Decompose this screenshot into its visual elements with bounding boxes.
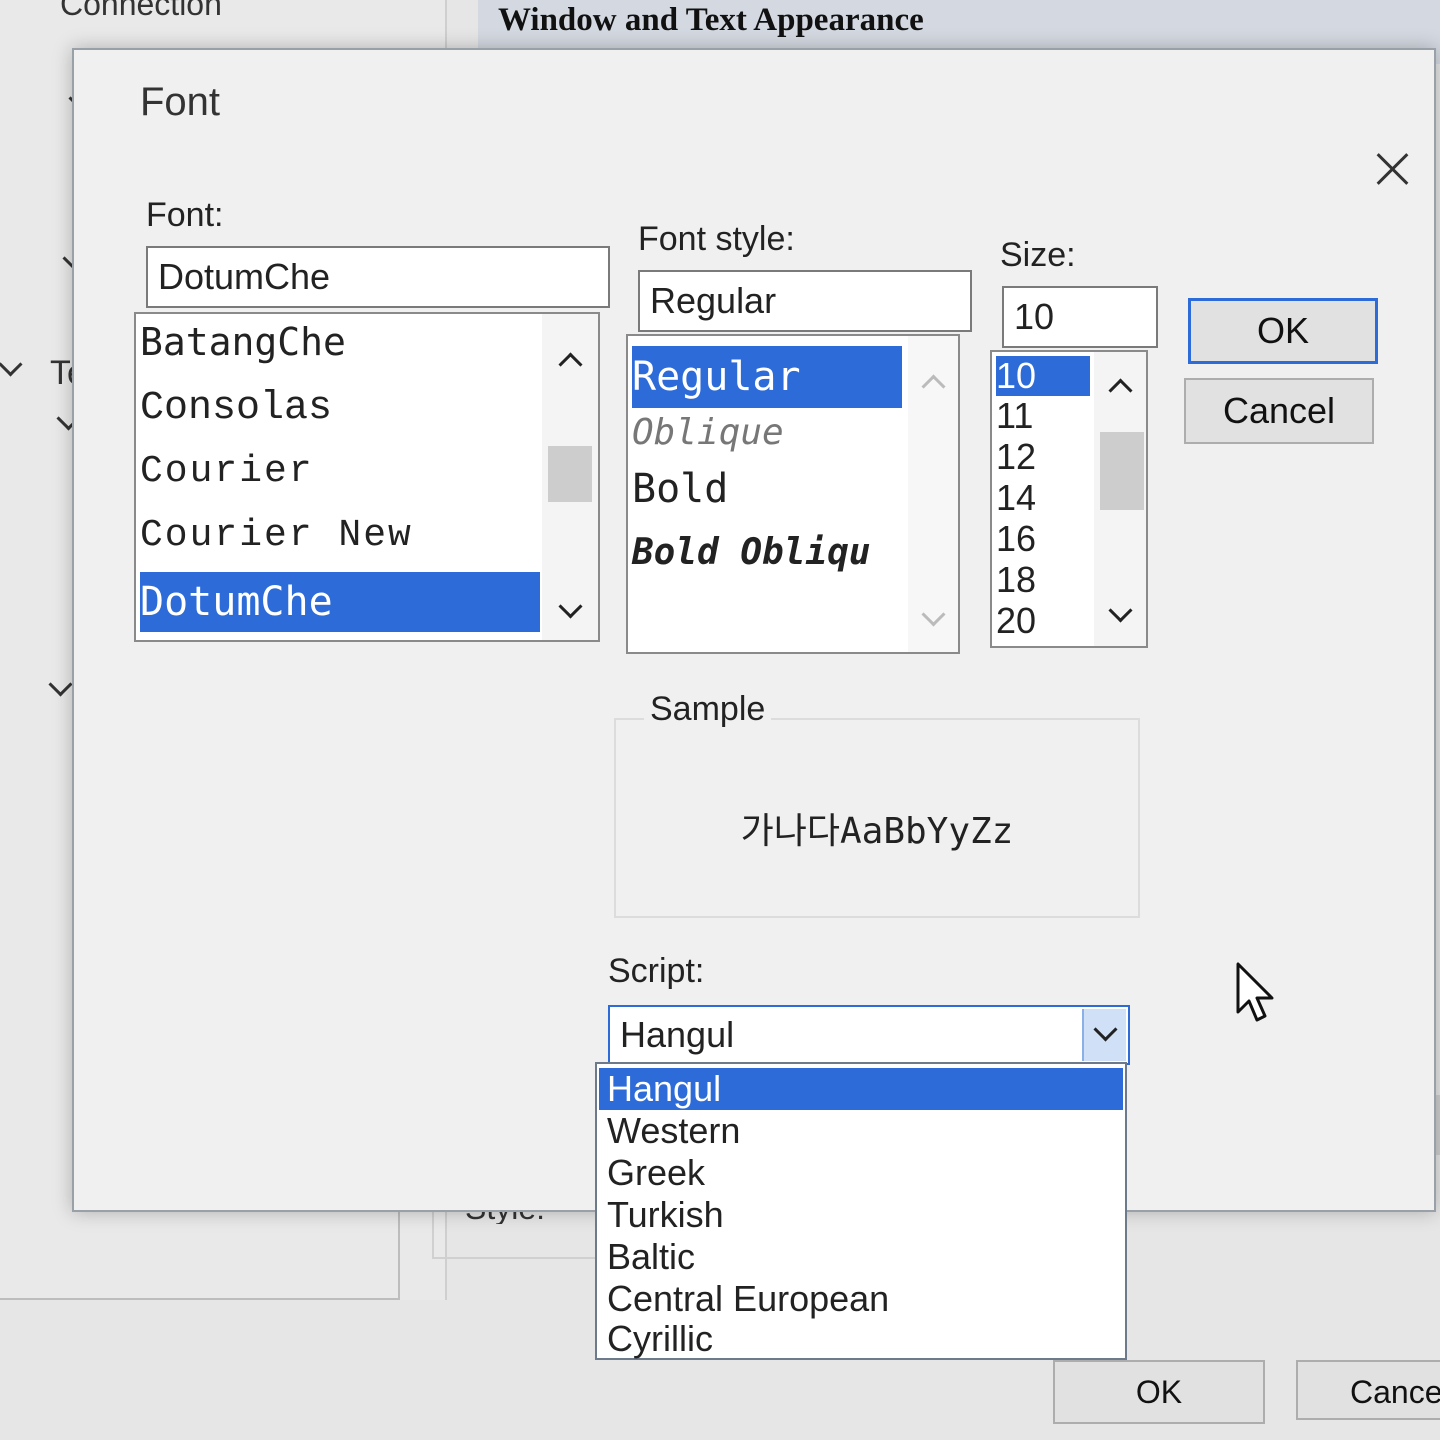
font-style-list[interactable]: Regular Oblique Bold Bold Obliqu (626, 334, 960, 654)
scroll-down-icon[interactable] (558, 594, 583, 619)
sample-label: Sample (644, 690, 772, 729)
font-name-input[interactable]: DotumChe (146, 246, 610, 308)
font-list-item-selected[interactable]: DotumChe (140, 572, 540, 632)
scroll-up-icon[interactable] (558, 352, 583, 377)
font-list-scrollbar[interactable] (542, 314, 598, 640)
close-icon[interactable] (1372, 148, 1414, 190)
font-label: Font: (146, 196, 224, 234)
script-label: Script: (608, 952, 705, 990)
scroll-down-icon[interactable] (921, 602, 946, 627)
size-item[interactable]: 18 (996, 560, 1036, 600)
size-input[interactable]: 10 (1002, 286, 1158, 348)
font-style-item[interactable]: Oblique (632, 412, 784, 453)
scroll-thumb[interactable] (548, 446, 592, 502)
font-style-item[interactable]: Bold Obliqu (632, 532, 870, 573)
chevron-down-icon (1093, 1017, 1118, 1042)
sample-group: 가나다AaBbYyZz (614, 718, 1140, 918)
size-scrollbar[interactable] (1094, 352, 1146, 646)
script-option[interactable]: Greek (599, 1152, 1123, 1194)
font-list-item[interactable]: Courier New (140, 514, 413, 557)
font-list[interactable]: BatangChe Consolas Courier Courier New D… (134, 312, 600, 642)
sample-text: 가나다AaBbYyZz (740, 811, 1014, 852)
font-style-item[interactable]: Bold (632, 466, 728, 512)
scroll-up-icon[interactable] (1108, 378, 1133, 403)
font-list-item[interactable]: Consolas (140, 386, 332, 431)
font-style-item-selected[interactable]: Regular (632, 346, 902, 408)
chevron-down-icon[interactable] (0, 352, 23, 377)
size-item[interactable]: 12 (996, 437, 1036, 477)
size-item[interactable]: 20 (996, 601, 1036, 641)
background-cancel-button[interactable]: Cance (1296, 1360, 1440, 1420)
script-select-value: Hangul (620, 1014, 735, 1055)
size-item[interactable]: 14 (996, 478, 1036, 518)
size-label: Size: (1000, 236, 1076, 274)
size-item[interactable]: 11 (996, 396, 1033, 436)
chevron-down-icon[interactable] (48, 672, 73, 697)
script-select[interactable]: Hangul (608, 1005, 1130, 1065)
script-option[interactable]: Baltic (599, 1236, 1123, 1278)
scroll-thumb[interactable] (1100, 432, 1144, 510)
dropdown-button[interactable] (1082, 1009, 1126, 1061)
dialog-title: Font (140, 80, 221, 124)
background-panel-border (0, 1200, 400, 1300)
script-option-selected[interactable]: Hangul (599, 1068, 1123, 1110)
background-ok-button[interactable]: OK (1053, 1360, 1265, 1424)
script-option[interactable]: Turkish (599, 1194, 1123, 1236)
font-dialog: Font Font: DotumChe BatangChe Consolas C… (72, 48, 1436, 1212)
mouse-pointer-icon (1236, 962, 1274, 1022)
font-style-input[interactable]: Regular (638, 270, 972, 332)
script-dropdown-list[interactable]: Hangul Western Greek Turkish Baltic Cent… (595, 1062, 1127, 1360)
scroll-up-icon[interactable] (921, 374, 946, 399)
ok-button[interactable]: OK (1188, 298, 1378, 364)
size-item[interactable]: 16 (996, 519, 1036, 559)
background-window-title: Window and Text Appearance (498, 2, 924, 38)
font-style-label: Font style: (638, 220, 795, 258)
script-option[interactable]: Cyrillic (599, 1318, 1123, 1360)
scroll-down-icon[interactable] (1108, 598, 1133, 623)
script-option[interactable]: Western (599, 1110, 1123, 1152)
font-list-item[interactable]: Courier (140, 450, 314, 493)
cancel-button[interactable]: Cancel (1184, 378, 1374, 444)
font-list-item[interactable]: BatangChe (140, 320, 346, 364)
script-option[interactable]: Central European (599, 1278, 1123, 1320)
size-item-selected[interactable]: 10 (996, 356, 1090, 396)
connection-label: Connection (60, 0, 222, 22)
font-style-scrollbar[interactable] (908, 336, 958, 652)
size-list[interactable]: 10 11 12 14 16 18 20 (990, 350, 1148, 648)
